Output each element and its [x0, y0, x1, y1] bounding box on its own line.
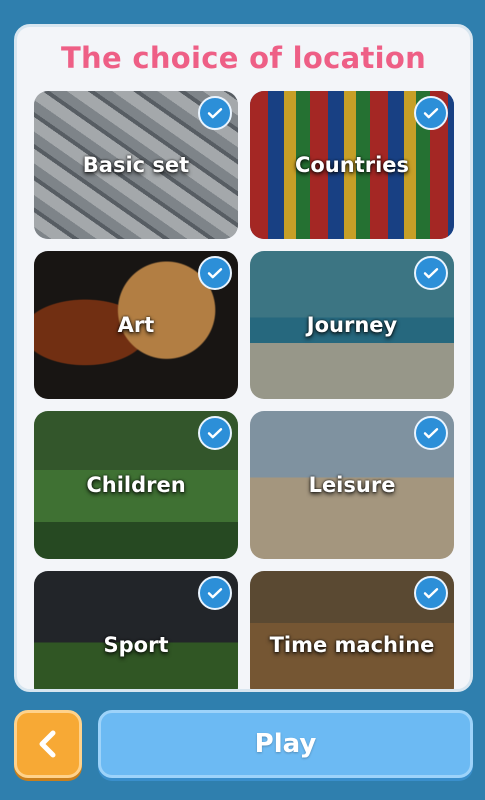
card-leisure[interactable]: Leisure — [250, 411, 454, 559]
play-label: Play — [254, 729, 317, 759]
card-label: Sport — [103, 633, 169, 657]
chevron-left-icon — [39, 730, 56, 758]
page-title: The choice of location — [60, 41, 427, 75]
check-icon[interactable] — [198, 576, 232, 610]
card-label: Time machine — [269, 633, 435, 657]
check-icon[interactable] — [414, 416, 448, 450]
card-journey[interactable]: Journey — [250, 251, 454, 399]
card-art[interactable]: Art — [34, 251, 238, 399]
check-icon[interactable] — [414, 96, 448, 130]
card-label: Journey — [306, 313, 398, 337]
check-icon[interactable] — [414, 576, 448, 610]
card-label: Leisure — [308, 473, 396, 497]
card-label: Art — [117, 313, 155, 337]
card-children[interactable]: Children — [34, 411, 238, 559]
check-icon[interactable] — [198, 96, 232, 130]
card-label: Children — [86, 473, 186, 497]
card-countries[interactable]: Countries — [250, 91, 454, 239]
check-icon[interactable] — [414, 256, 448, 290]
check-icon[interactable] — [198, 256, 232, 290]
card-time-machine[interactable]: Time machine — [250, 571, 454, 689]
card-label: Countries — [294, 153, 410, 177]
location-panel: The choice of location Basic set Countri… — [14, 24, 473, 692]
card-label: Basic set — [82, 153, 190, 177]
card-basic-set[interactable]: Basic set — [34, 91, 238, 239]
card-sport[interactable]: Sport — [34, 571, 238, 689]
back-button[interactable] — [14, 710, 82, 778]
play-button[interactable]: Play — [98, 710, 473, 778]
check-icon[interactable] — [198, 416, 232, 450]
